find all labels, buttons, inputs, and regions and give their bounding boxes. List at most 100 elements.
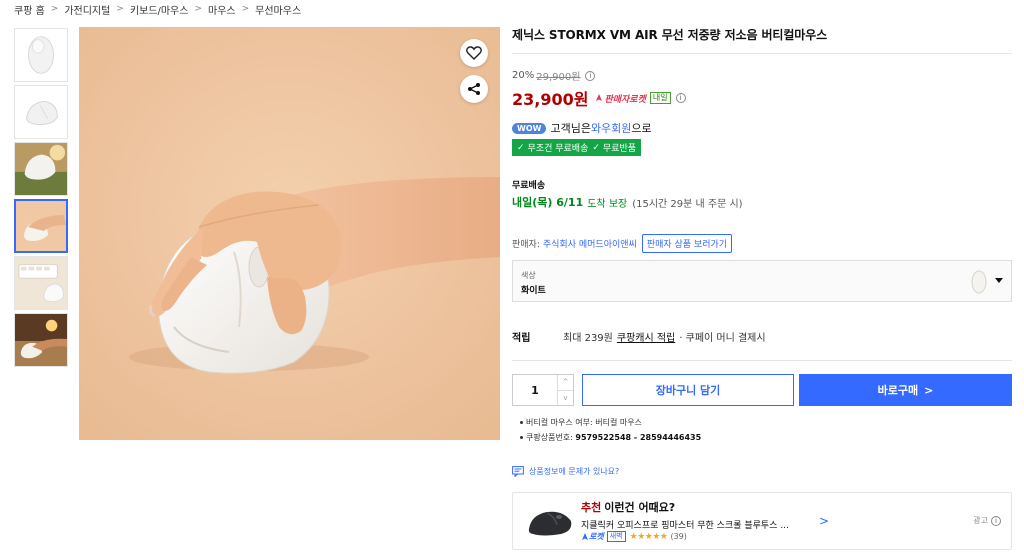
chevron-down-icon: [995, 278, 1003, 283]
info-icon[interactable]: i: [585, 70, 596, 81]
message-icon: [512, 466, 524, 477]
thumbnail-list: [14, 28, 68, 370]
attribute-item: 쿠팡상품번호: 9579522548 - 28594446435: [520, 430, 1012, 445]
recommended-product-meta: 로켓 새벽 ★★★★★ (39): [581, 531, 687, 542]
thumb-mouse-field[interactable]: [14, 142, 68, 196]
naeil-badge: 내일: [649, 92, 671, 104]
points-label: 적립: [512, 333, 531, 344]
quantity-decrease-button[interactable]: v: [558, 391, 573, 406]
quantity-stepper-buttons: ^ v: [557, 375, 573, 405]
breadcrumb-separator: >: [116, 4, 124, 14]
thumb-mouse-side-view[interactable]: [14, 85, 68, 139]
breadcrumb-item-keyboard-mouse[interactable]: 키보드/마우스: [130, 2, 189, 17]
check-icon: ✓: [592, 142, 600, 153]
seller-rocket-badge: 판매자로켓: [594, 92, 646, 105]
purchase-row: 1 ^ v 장바구니 담기 바로구매 >: [512, 374, 1012, 406]
option-value: 화이트: [521, 286, 546, 296]
product-title: 제닉스 STORMX VM AIR 무선 저중량 저소음 버티컬마우스: [512, 26, 1012, 54]
wow-member-row: WOW 고객님은 와우회원 으로: [512, 120, 1012, 136]
delivery-guarantee: 도착 보장: [587, 198, 628, 210]
seller-rocket-label: 판매자로켓: [604, 94, 646, 105]
breadcrumb-separator: >: [194, 4, 202, 14]
attribute-value: 9579522548 - 28594446435: [575, 433, 702, 442]
points-suffix: · 쿠페이 머니 결제시: [679, 333, 766, 344]
recommendation-box[interactable]: 추천 이런건 어때요? 지클릭커 오피스프로 핑마스터 무한 스크롤 블루투스 .…: [512, 492, 1012, 550]
color-option-select[interactable]: 색상 화이트: [512, 260, 1012, 302]
points-row: 적립 최대 239원 쿠팡캐시 적립 · 쿠페이 머니 결제시: [512, 329, 1012, 361]
wow-prefix: 고객님은: [550, 122, 591, 135]
report-product-info-link[interactable]: 상품정보에 문제가 있나요?: [512, 466, 1012, 477]
buy-now-button[interactable]: 바로구매 >: [799, 374, 1012, 406]
delivery-label: 무료배송: [512, 181, 546, 191]
report-link-label: 상품정보에 문제가 있나요?: [529, 467, 620, 476]
free-shipping-badge: ✓ 무조건 무료배송 ✓ 무료반품: [512, 139, 642, 156]
thumb-mouse-lifestyle[interactable]: [14, 313, 68, 367]
thumb-mouse-top-view[interactable]: [14, 28, 68, 82]
breadcrumb-separator: >: [50, 4, 59, 14]
quantity-stepper: 1 ^ v: [512, 374, 574, 406]
recommendation-title-text: 이런건 어때요?: [604, 501, 676, 514]
add-to-cart-button[interactable]: 장바구니 담기: [582, 374, 794, 406]
seller-name-link[interactable]: 주식회사 메머드아이앤씨: [543, 237, 637, 250]
recommended-product-name[interactable]: 지클릭커 오피스프로 핑마스터 무한 스크롤 블루투스 ...: [581, 518, 789, 531]
mouse-in-hand-illustration: [79, 27, 500, 440]
dawn-delivery-badge: 새벽: [606, 531, 626, 542]
breadcrumb-separator: >: [241, 4, 250, 14]
thumb-mouse-hand[interactable]: [14, 199, 68, 253]
wow-badge: WOW: [512, 122, 547, 134]
heart-icon: [466, 46, 482, 60]
attribute-item: 버티컬 마우스 여부: 버티컬 마우스: [520, 415, 1012, 430]
seller-label: 판매자:: [512, 240, 540, 250]
seller-products-button[interactable]: 판매자 상품 보러가기: [641, 234, 733, 253]
quantity-increase-button[interactable]: ^: [558, 375, 573, 391]
wishlist-heart-button[interactable]: [460, 39, 488, 67]
thumb-mouse-desk[interactable]: [14, 256, 68, 310]
delivery-date: 내일(목) 6/11: [512, 196, 584, 209]
recommendation-title: 추천 이런건 어때요?: [525, 499, 999, 515]
wow-suffix: 으로: [631, 122, 652, 135]
review-count: (39): [670, 532, 687, 541]
star-rating: ★★★★★: [629, 531, 668, 542]
attribute-label: 버티컬 마우스 여부:: [526, 418, 593, 427]
product-attributes: 버티컬 마우스 여부: 버티컬 마우스 쿠팡상품번호: 9579522548 -…: [512, 415, 1012, 445]
option-thumbnail-image: [971, 270, 987, 294]
recommendation-title-highlight: 추천: [581, 501, 602, 514]
rocket-icon: [596, 94, 603, 101]
free-return-label: 무료반품: [602, 144, 637, 154]
sale-price: 23,900원: [512, 90, 589, 109]
recommended-mouse-image: [528, 511, 572, 536]
quantity-input[interactable]: 1: [513, 375, 557, 405]
original-price: 29,900원: [536, 72, 581, 83]
coupang-cash-link[interactable]: 쿠팡캐시 적립: [617, 329, 675, 344]
breadcrumb-item-wireless-mouse[interactable]: 무선마우스: [255, 2, 301, 17]
rocket-icon: [582, 533, 588, 540]
info-icon: i: [991, 515, 1001, 526]
breadcrumb-item-mouse[interactable]: 마우스: [208, 2, 236, 17]
ad-label[interactable]: 광고 i: [973, 515, 1001, 526]
attribute-value: 버티컬 마우스: [595, 418, 642, 427]
free-shipping-label: 무조건 무료배송: [527, 144, 589, 154]
breadcrumb-item-home[interactable]: 쿠팡 홈: [14, 2, 45, 17]
share-icon: [468, 83, 480, 95]
share-button[interactable]: [460, 75, 488, 103]
product-info-panel: 제닉스 STORMX VM AIR 무선 저중량 저소음 버티컬마우스 20% …: [512, 26, 1012, 477]
breadcrumb-item-digital[interactable]: 가전디지털: [64, 2, 110, 17]
option-label: 색상: [521, 271, 536, 280]
attribute-label: 쿠팡상품번호:: [526, 433, 573, 442]
check-icon: ✓: [517, 142, 525, 153]
discount-row: 20% 29,900원 i: [512, 68, 1012, 83]
wow-member-link[interactable]: 와우회원: [591, 120, 631, 136]
seller-row: 판매자: 주식회사 메머드아이앤씨 판매자 상품 보러가기: [512, 234, 1012, 253]
delivery-note: (15시간 29분 내 주문 시): [632, 198, 743, 210]
discount-rate: 20%: [512, 70, 535, 81]
points-amount: 최대 239원: [563, 333, 613, 344]
delivery-row: 내일(목) 6/11 도착 보장 (15시간 29분 내 주문 시): [512, 194, 1012, 210]
chevron-right-icon[interactable]: >: [819, 514, 829, 528]
ad-label-text: 광고: [973, 516, 988, 525]
info-icon[interactable]: i: [675, 93, 686, 103]
buy-now-label: 바로구매: [877, 384, 919, 397]
rocket-delivery-label: 로켓: [589, 532, 604, 541]
price-row: 23,900원 판매자로켓 내일 i: [512, 86, 1012, 110]
breadcrumb: 쿠팡 홈 > 가전디지털 > 키보드/마우스 > 마우스 > 무선마우스: [14, 2, 301, 17]
chevron-right-icon: >: [924, 383, 934, 397]
